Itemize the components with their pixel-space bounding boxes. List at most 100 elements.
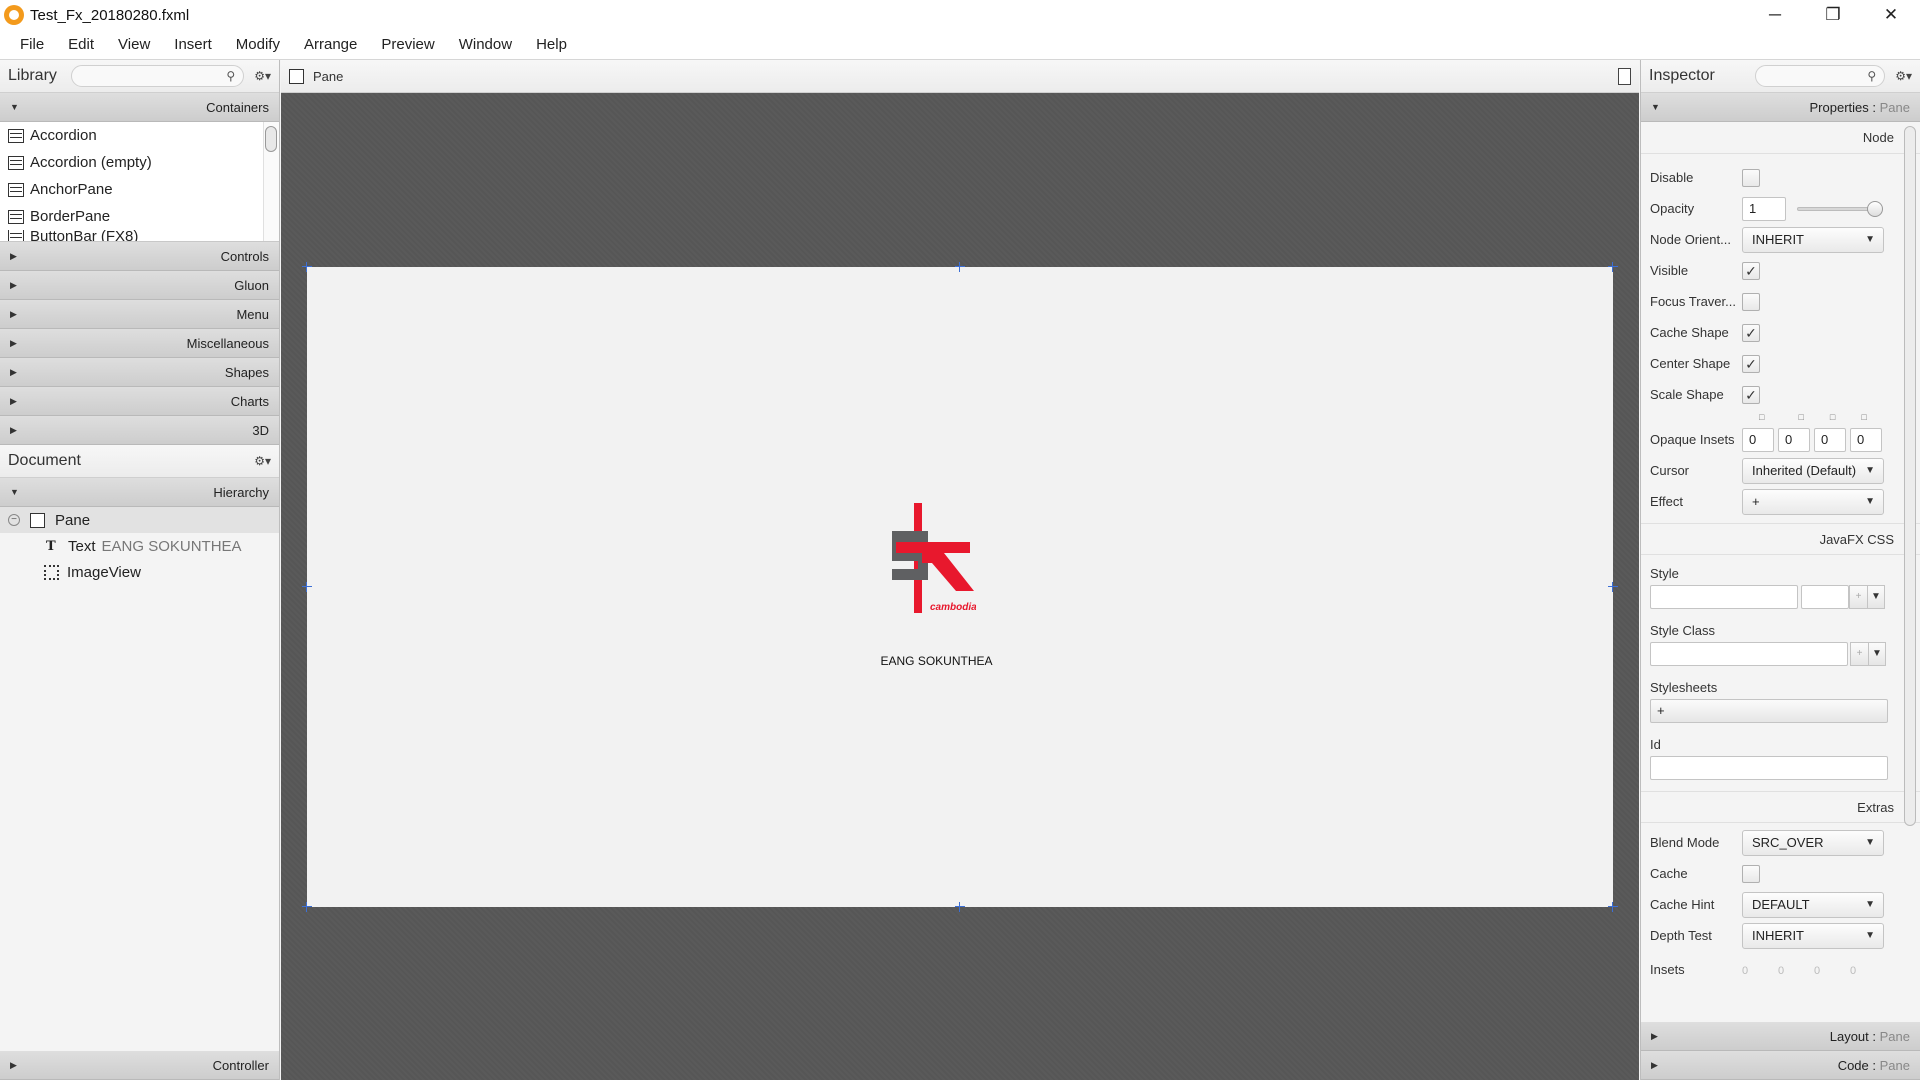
resize-handle[interactable] <box>302 902 312 912</box>
menu-file[interactable]: File <box>8 30 56 60</box>
sk-cambodia-logo[interactable]: cambodia <box>886 503 976 613</box>
document-icon[interactable] <box>1618 68 1631 85</box>
list-item[interactable]: BorderPane <box>0 203 279 230</box>
section-properties[interactable]: ▼ Properties : Pane <box>1641 93 1920 122</box>
section-label: Containers <box>206 99 269 115</box>
prop-label: Cursor <box>1650 463 1690 478</box>
menu-view[interactable]: View <box>106 30 162 60</box>
maximize-button[interactable]: ❐ <box>1804 0 1862 30</box>
menu-arrange[interactable]: Arrange <box>292 30 369 60</box>
content-canvas[interactable]: Pane cambodia EANG SOKUNTHEA <box>281 60 1639 1080</box>
resize-handle[interactable] <box>302 262 312 272</box>
list-item[interactable]: Accordion <box>0 122 279 149</box>
section-code[interactable]: ▶ Code : Pane <box>1641 1051 1920 1080</box>
stylesheets-label: Stylesheets <box>1650 680 1718 695</box>
id-row <box>1641 752 1920 783</box>
chevron-down-icon[interactable]: ▼ <box>1867 584 1885 609</box>
section-charts[interactable]: ▶ Charts <box>0 387 279 416</box>
opacity-slider-thumb[interactable] <box>1867 201 1883 217</box>
library-search-input[interactable]: ⚲ <box>70 65 245 87</box>
section-controller[interactable]: ▶ Controller <box>0 1051 279 1080</box>
opaque-insets-right[interactable]: 0 <box>1778 427 1810 452</box>
effect-select[interactable]: + ▼ <box>1742 488 1884 515</box>
cache-shape-checkbox[interactable]: ✓ <box>1742 323 1760 342</box>
collapse-icon[interactable]: − <box>8 514 20 526</box>
list-item[interactable]: AnchorPane <box>0 176 279 203</box>
list-item[interactable]: Accordion (empty) <box>0 149 279 176</box>
resize-handle[interactable] <box>1608 582 1618 592</box>
section-layout[interactable]: ▶ Layout : Pane <box>1641 1022 1920 1051</box>
close-button[interactable]: ✕ <box>1862 0 1920 30</box>
design-pane[interactable]: cambodia EANG SOKUNTHEA <box>302 262 1618 912</box>
inspector-scrollbar[interactable] <box>1904 126 1916 826</box>
disable-checkbox[interactable] <box>1742 168 1760 187</box>
prop-cache-shape: Cache Shape ✓ <box>1641 317 1920 348</box>
opaque-insets-left[interactable]: 0 <box>1850 427 1882 452</box>
style-class-input[interactable] <box>1650 641 1848 666</box>
focus-traversable-checkbox[interactable] <box>1742 292 1760 311</box>
inspector-search-input[interactable]: ⚲ <box>1754 65 1886 87</box>
add-stylesheet-button[interactable]: + <box>1650 698 1888 723</box>
section-hierarchy[interactable]: ▼ Hierarchy <box>0 478 279 507</box>
collapsed-arrow-icon: ▶ <box>10 308 17 319</box>
center-shape-checkbox[interactable]: ✓ <box>1742 354 1760 373</box>
menu-edit[interactable]: Edit <box>56 30 106 60</box>
window-controls: ─ ❐ ✕ <box>1746 0 1920 30</box>
depth-test-select[interactable]: INHERIT ▼ <box>1742 922 1884 949</box>
section-containers[interactable]: ▼ Containers <box>0 93 279 122</box>
cursor-select[interactable]: Inherited (Default) ▼ <box>1742 457 1884 484</box>
opacity-field[interactable]: 1 <box>1742 196 1786 221</box>
menu-insert[interactable]: Insert <box>162 30 224 60</box>
window-title: Test_Fx_20180280.fxml <box>30 6 190 24</box>
breadcrumb-label[interactable]: Pane <box>313 69 343 84</box>
gear-icon[interactable]: ⚙▾ <box>254 69 271 83</box>
canvas-breadcrumb: Pane <box>281 60 1639 93</box>
resize-handle[interactable] <box>955 902 965 912</box>
scrollbar[interactable] <box>263 122 279 241</box>
blend-mode-select[interactable]: SRC_OVER ▼ <box>1742 829 1884 856</box>
chevron-down-icon[interactable]: ▼ <box>1868 641 1886 666</box>
menu-help[interactable]: Help <box>524 30 579 60</box>
resize-handle[interactable] <box>1608 902 1618 912</box>
tree-item-text[interactable]: T Text EANG SOKUNTHEA <box>0 533 279 559</box>
tree-item-imageview[interactable]: ImageView <box>0 559 279 585</box>
scale-shape-checkbox[interactable]: ✓ <box>1742 385 1760 404</box>
style-input[interactable] <box>1650 584 1798 609</box>
opaque-insets-bottom[interactable]: 0 <box>1814 427 1846 452</box>
opaque-insets-link-row: □ □ □ □ <box>1641 410 1920 424</box>
resize-handle[interactable] <box>302 582 312 592</box>
style-row: + ▼ <box>1641 581 1920 612</box>
cache-checkbox[interactable] <box>1742 864 1760 883</box>
list-item[interactable]: ButtonBar (FX8) <box>0 230 279 241</box>
tree-item-value: EANG SOKUNTHEA <box>101 537 242 555</box>
menu-modify[interactable]: Modify <box>224 30 292 60</box>
section-controls[interactable]: ▶ Controls <box>0 242 279 271</box>
gear-icon[interactable]: ⚙▾ <box>254 454 271 468</box>
section-menu[interactable]: ▶ Menu <box>0 300 279 329</box>
prop-visible: Visible ✓ <box>1641 255 1920 286</box>
gear-icon[interactable]: ⚙▾ <box>1895 69 1912 83</box>
opaque-insets-top[interactable]: 0 <box>1742 427 1774 452</box>
node-orientation-select[interactable]: INHERIT ▼ <box>1742 226 1884 253</box>
menu-window[interactable]: Window <box>447 30 524 60</box>
resize-handle[interactable] <box>955 262 965 272</box>
section-miscellaneous[interactable]: ▶ Miscellaneous <box>0 329 279 358</box>
id-input[interactable] <box>1650 755 1888 780</box>
section-shapes[interactable]: ▶ Shapes <box>0 358 279 387</box>
logo-red-k-leg <box>922 553 974 591</box>
resize-handle[interactable] <box>1608 262 1618 272</box>
add-style-class-button[interactable]: + <box>1850 641 1868 666</box>
collapsed-arrow-icon: ▶ <box>10 279 17 290</box>
section-gluon[interactable]: ▶ Gluon <box>0 271 279 300</box>
cache-hint-select[interactable]: DEFAULT ▼ <box>1742 891 1884 918</box>
scrollbar-thumb[interactable] <box>265 126 277 152</box>
section-3d[interactable]: ▶ 3D <box>0 416 279 445</box>
add-style-button[interactable]: + <box>1849 584 1867 609</box>
tree-item-pane[interactable]: − Pane <box>0 507 279 533</box>
visible-checkbox[interactable]: ✓ <box>1742 261 1760 280</box>
style-value-input[interactable] <box>1801 584 1849 609</box>
minimize-button[interactable]: ─ <box>1746 0 1804 30</box>
prop-label: Effect <box>1650 494 1684 509</box>
menu-preview[interactable]: Preview <box>369 30 446 60</box>
pane-text-label[interactable]: EANG SOKUNTHEA <box>307 654 1613 668</box>
